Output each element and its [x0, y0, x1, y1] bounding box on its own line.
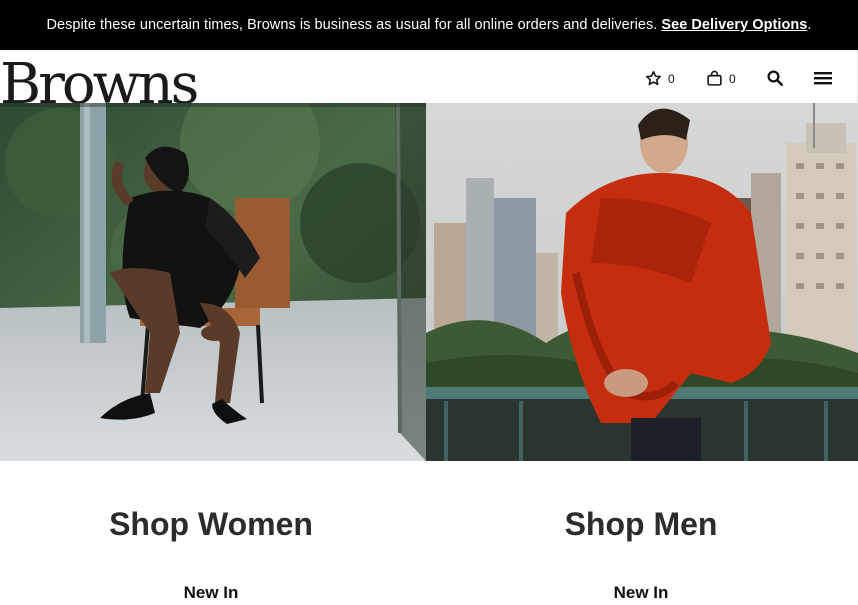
shop-men-hero-image[interactable] [426, 103, 858, 461]
menu-button[interactable] [814, 70, 832, 86]
delivery-options-link[interactable]: See Delivery Options [661, 17, 807, 33]
men-new-in-link[interactable]: New In [431, 583, 851, 603]
banner-trailing: . [807, 17, 812, 33]
women-new-in-link[interactable]: New In [1, 583, 421, 603]
search-icon [767, 70, 783, 86]
banner-message: Despite these uncertain times, Browns is… [46, 17, 658, 33]
shop-men-heading[interactable]: Shop Men [431, 506, 851, 543]
shop-women-hero-image[interactable] [0, 103, 426, 461]
man-in-red-sweater-photo [426, 103, 858, 461]
bag-icon [707, 70, 722, 86]
wishlist-count: 0 [668, 71, 675, 86]
announcement-banner: Despite these uncertain times, Browns is… [0, 0, 858, 50]
menu-icon [814, 72, 832, 85]
bag-count: 0 [729, 71, 736, 86]
site-header: Browns 0 0 [0, 50, 858, 103]
logo-link[interactable]: Browns [0, 50, 200, 104]
star-icon [645, 70, 662, 86]
browns-logo: Browns [0, 52, 199, 104]
search-button[interactable] [766, 69, 784, 87]
wishlist-button[interactable]: 0 [645, 70, 675, 87]
shop-women-heading[interactable]: Shop Women [1, 506, 421, 543]
bag-button[interactable]: 0 [706, 70, 736, 87]
woman-in-black-leather-jacket-photo [0, 103, 426, 461]
